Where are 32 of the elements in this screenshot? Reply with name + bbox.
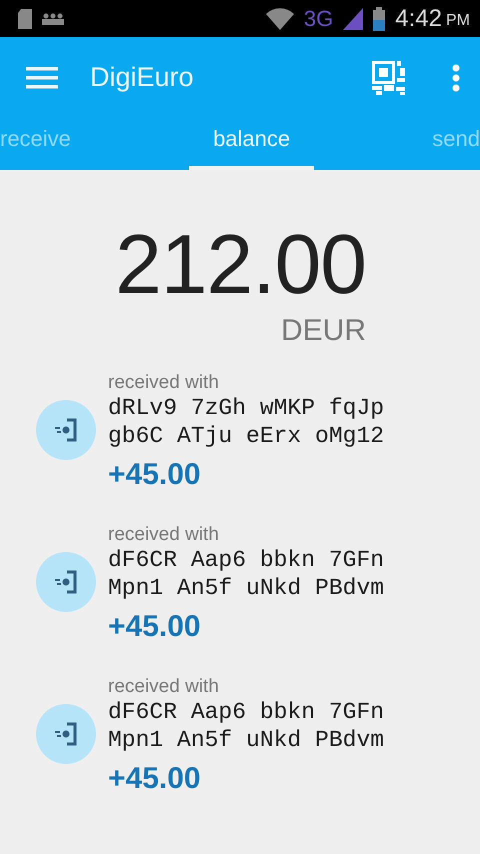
transaction-amount: +45.00 [108,458,202,492]
transaction-address: Mpn1 An5f uNkd PBdvm [108,574,384,602]
wifi-icon [266,8,294,30]
transaction-label: received with [108,676,220,698]
menu-icon[interactable] [26,66,58,88]
received-icon [53,417,79,443]
transaction-address: gb6C ATju eErx oMg12 [108,422,384,450]
app-title: DigiEuro [90,62,194,93]
clock-time: 4:42 [395,4,442,32]
signal-icon [343,8,364,30]
tab[interactable]: receive [0,118,71,170]
battery-icon [373,6,386,30]
people-icon [42,12,64,24]
balance-currency: DEUR [280,314,366,348]
transaction-amount: +45.00 [108,762,202,796]
transaction-label: received with [108,372,220,394]
received-icon [53,569,79,595]
balance-amount: 212.00 [115,222,366,306]
transaction-address: dF6CR Aap6 bbkn 7GFn [108,546,384,574]
network-type: 3G [304,6,334,32]
transaction-address: Mpn1 An5f uNkd PBdvm [108,726,384,754]
transaction-address: dRLv9 7zGh wMKP fqJp [108,394,384,422]
transaction-amount: +45.00 [108,610,202,644]
transaction-label: received with [108,524,220,546]
transaction-address: dF6CR Aap6 bbkn 7GFn [108,698,384,726]
clock-meridiem: PM [446,12,470,30]
received-icon [53,721,79,747]
tab[interactable]: balance [189,118,314,170]
more-options-icon[interactable] [452,64,460,92]
qr-code-icon[interactable] [372,60,406,94]
sd-card-icon [18,8,32,28]
tab[interactable]: send [432,118,480,170]
